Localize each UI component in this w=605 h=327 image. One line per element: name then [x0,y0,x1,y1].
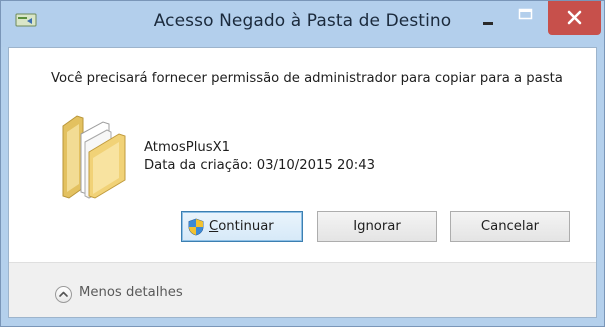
chevron-up-icon [59,291,68,297]
dialog-content: Você precisará fornecer permissão de adm… [8,47,597,318]
folder-name: AtmosPlusX1 [144,140,231,155]
details-toggle-button[interactable] [55,286,72,303]
title-bar[interactable]: Acesso Negado à Pasta de Destino [1,1,604,47]
uac-shield-icon [188,218,204,236]
ignore-label: Ignorar [353,219,401,234]
creation-date: Data da criação: 03/10/2015 20:43 [144,158,375,173]
cancel-label: Cancelar [480,219,540,234]
permission-message: Você precisará fornecer permissão de adm… [51,71,563,86]
close-icon [567,10,582,25]
ignore-button[interactable]: Ignorar [317,211,437,242]
continue-label: Continuar [209,219,274,234]
cancel-button[interactable]: Cancelar [450,211,570,242]
close-button[interactable] [548,1,601,35]
dialog-window: Acesso Negado à Pasta de Destino Você pr… [0,0,605,327]
folder-icon [62,115,126,199]
maximize-icon [518,8,533,20]
dialog-footer: Menos detalhes [9,263,596,317]
maximize-button[interactable] [508,3,544,39]
minimize-button[interactable] [470,3,506,39]
minimize-icon [483,22,493,25]
continue-button[interactable]: Continuar [181,211,303,242]
details-toggle-label[interactable]: Menos detalhes [79,285,183,300]
